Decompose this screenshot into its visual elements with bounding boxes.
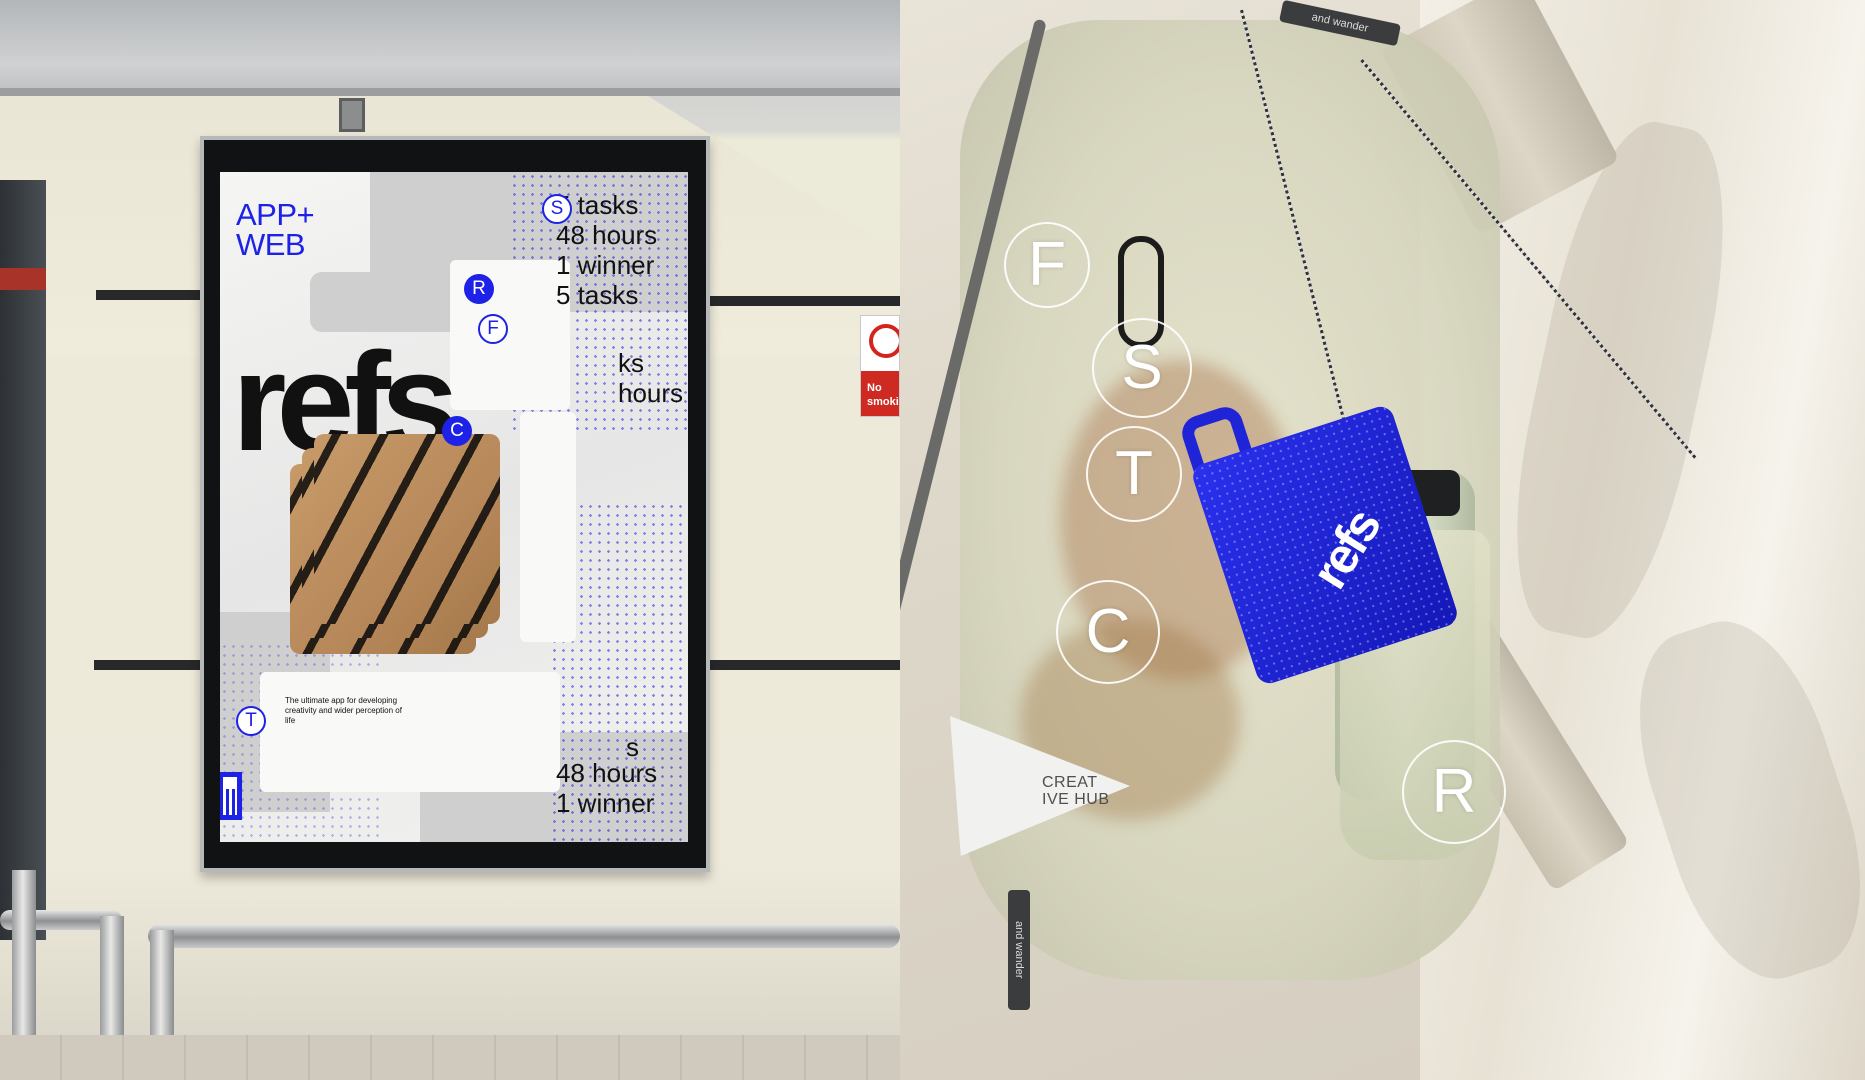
poster-tagline: The ultimate app for developing creativi…	[285, 696, 402, 725]
poster-card	[520, 412, 576, 642]
billboard-photo: No smoking APP+ WEB 5 tasks 48 hours 1 w…	[0, 0, 900, 1080]
letter-circle-t: T	[1086, 426, 1182, 522]
letter-circle-f: F	[1004, 222, 1090, 308]
stat-line: 5 tasks	[556, 280, 639, 310]
letter-circle-r: R	[1402, 740, 1506, 844]
stat-line: 1 winner	[556, 788, 655, 818]
railing-post	[12, 870, 36, 1050]
badge-f: F	[478, 314, 508, 344]
zipper-pull-tag-bottom: and wander	[1008, 890, 1030, 1010]
platform-label: APP+ WEB	[236, 197, 315, 262]
railing-post	[150, 930, 174, 1050]
creative-hub-text: CREAT IVE HUB	[1042, 774, 1110, 808]
stats-bottom: 48 hours 1 winner	[556, 758, 657, 818]
railing-post	[100, 916, 124, 1050]
refs-poster: APP+ WEB 5 tasks 48 hours 1 winner 5 tas…	[220, 172, 688, 842]
wall-groove	[710, 296, 900, 306]
badge-r: R	[464, 274, 494, 304]
tag-line: CREAT	[1042, 774, 1098, 791]
backpack-photo: refs F S T C R CREAT IVE HUB and wander …	[900, 0, 1865, 1080]
badge-t: T	[236, 706, 266, 736]
poster-card	[260, 672, 560, 792]
qr-wrap	[220, 772, 242, 820]
roof-edge	[0, 88, 900, 96]
pavement	[0, 1035, 900, 1080]
wall-socket	[339, 98, 365, 132]
no-smoking-label: No smoking	[861, 371, 899, 416]
no-smoking-sign: No smoking	[860, 315, 900, 417]
stat-line: hours	[618, 378, 684, 408]
wall-groove	[710, 660, 900, 670]
stat-line: 48 hours	[556, 758, 658, 788]
train-window	[0, 180, 46, 940]
stat-line: 48 hours	[556, 220, 658, 250]
station-roof	[0, 0, 900, 92]
letter-circle-c: C	[1056, 580, 1160, 684]
stat-line: ks	[618, 348, 644, 378]
tag-line: IVE HUB	[1042, 791, 1110, 808]
badge-c: C	[442, 416, 472, 446]
railing	[148, 924, 900, 948]
qr-code-icon	[220, 772, 242, 820]
train-stripe	[0, 268, 46, 290]
poster-photo-front	[314, 434, 500, 624]
stats-mid: ks hours	[618, 348, 683, 408]
wall-groove	[96, 290, 200, 300]
platform-line: WEB	[236, 227, 306, 262]
platform-line: APP+	[236, 197, 315, 232]
no-smoking-icon	[869, 324, 899, 358]
wall-groove	[94, 660, 200, 670]
stat-line: 1 winner	[556, 250, 655, 280]
badge-s: S	[542, 194, 572, 224]
composite-photo: No smoking APP+ WEB 5 tasks 48 hours 1 w…	[0, 0, 1865, 1080]
letter-circle-s: S	[1092, 318, 1192, 418]
